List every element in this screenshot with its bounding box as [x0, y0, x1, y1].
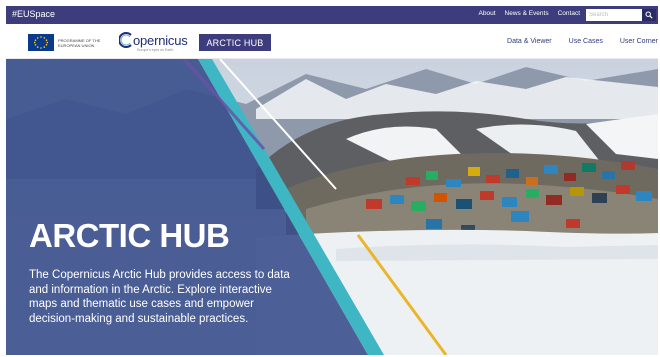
hero-description: The Copernicus Arctic Hub provides acces…: [29, 269, 290, 325]
eu-programme-logo[interactable]: PROGRAMME OF THE EUROPEAN UNION: [28, 34, 102, 51]
hero-title: ARCTIC HUB: [29, 217, 230, 254]
eu-space-hashtag[interactable]: #EUSpace: [12, 9, 55, 19]
arctic-hub-tag[interactable]: ARCTIC HUB: [199, 34, 271, 51]
about-link[interactable]: About: [479, 10, 496, 17]
news-events-link[interactable]: News & Events: [505, 10, 549, 17]
contact-link[interactable]: Contact: [558, 10, 580, 17]
main-nav: Data & Viewer Use Cases User Corner: [490, 38, 658, 45]
search-input[interactable]: [586, 9, 642, 21]
copernicus-c-icon: [118, 32, 132, 48]
copernicus-wordmark: opernicus: [133, 33, 188, 48]
search-icon: [645, 11, 653, 19]
nav-use-cases[interactable]: Use Cases: [569, 38, 603, 45]
eu-flag-icon: [28, 34, 54, 51]
search-button[interactable]: [642, 9, 656, 21]
hero-banner: ARCTIC HUB The Copernicus Arctic Hub pro…: [6, 59, 658, 355]
copernicus-logo[interactable]: opernicus Europe's eyes on Earth: [118, 32, 188, 52]
top-links: About News & Events Contact: [479, 10, 580, 17]
nav-data-viewer[interactable]: Data & Viewer: [507, 38, 552, 45]
nav-user-corner[interactable]: User Corner: [620, 38, 658, 45]
copernicus-tagline: Europe's eyes on Earth: [137, 48, 174, 52]
page-frame: #EUSpace About News & Events Contact Sea…: [6, 6, 658, 355]
eu-programme-text: PROGRAMME OF THE EUROPEAN UNION: [58, 37, 101, 48]
site-header: PROGRAMME OF THE EUROPEAN UNION opernicu…: [6, 24, 658, 59]
top-bar: #EUSpace About News & Events Contact: [6, 6, 658, 24]
